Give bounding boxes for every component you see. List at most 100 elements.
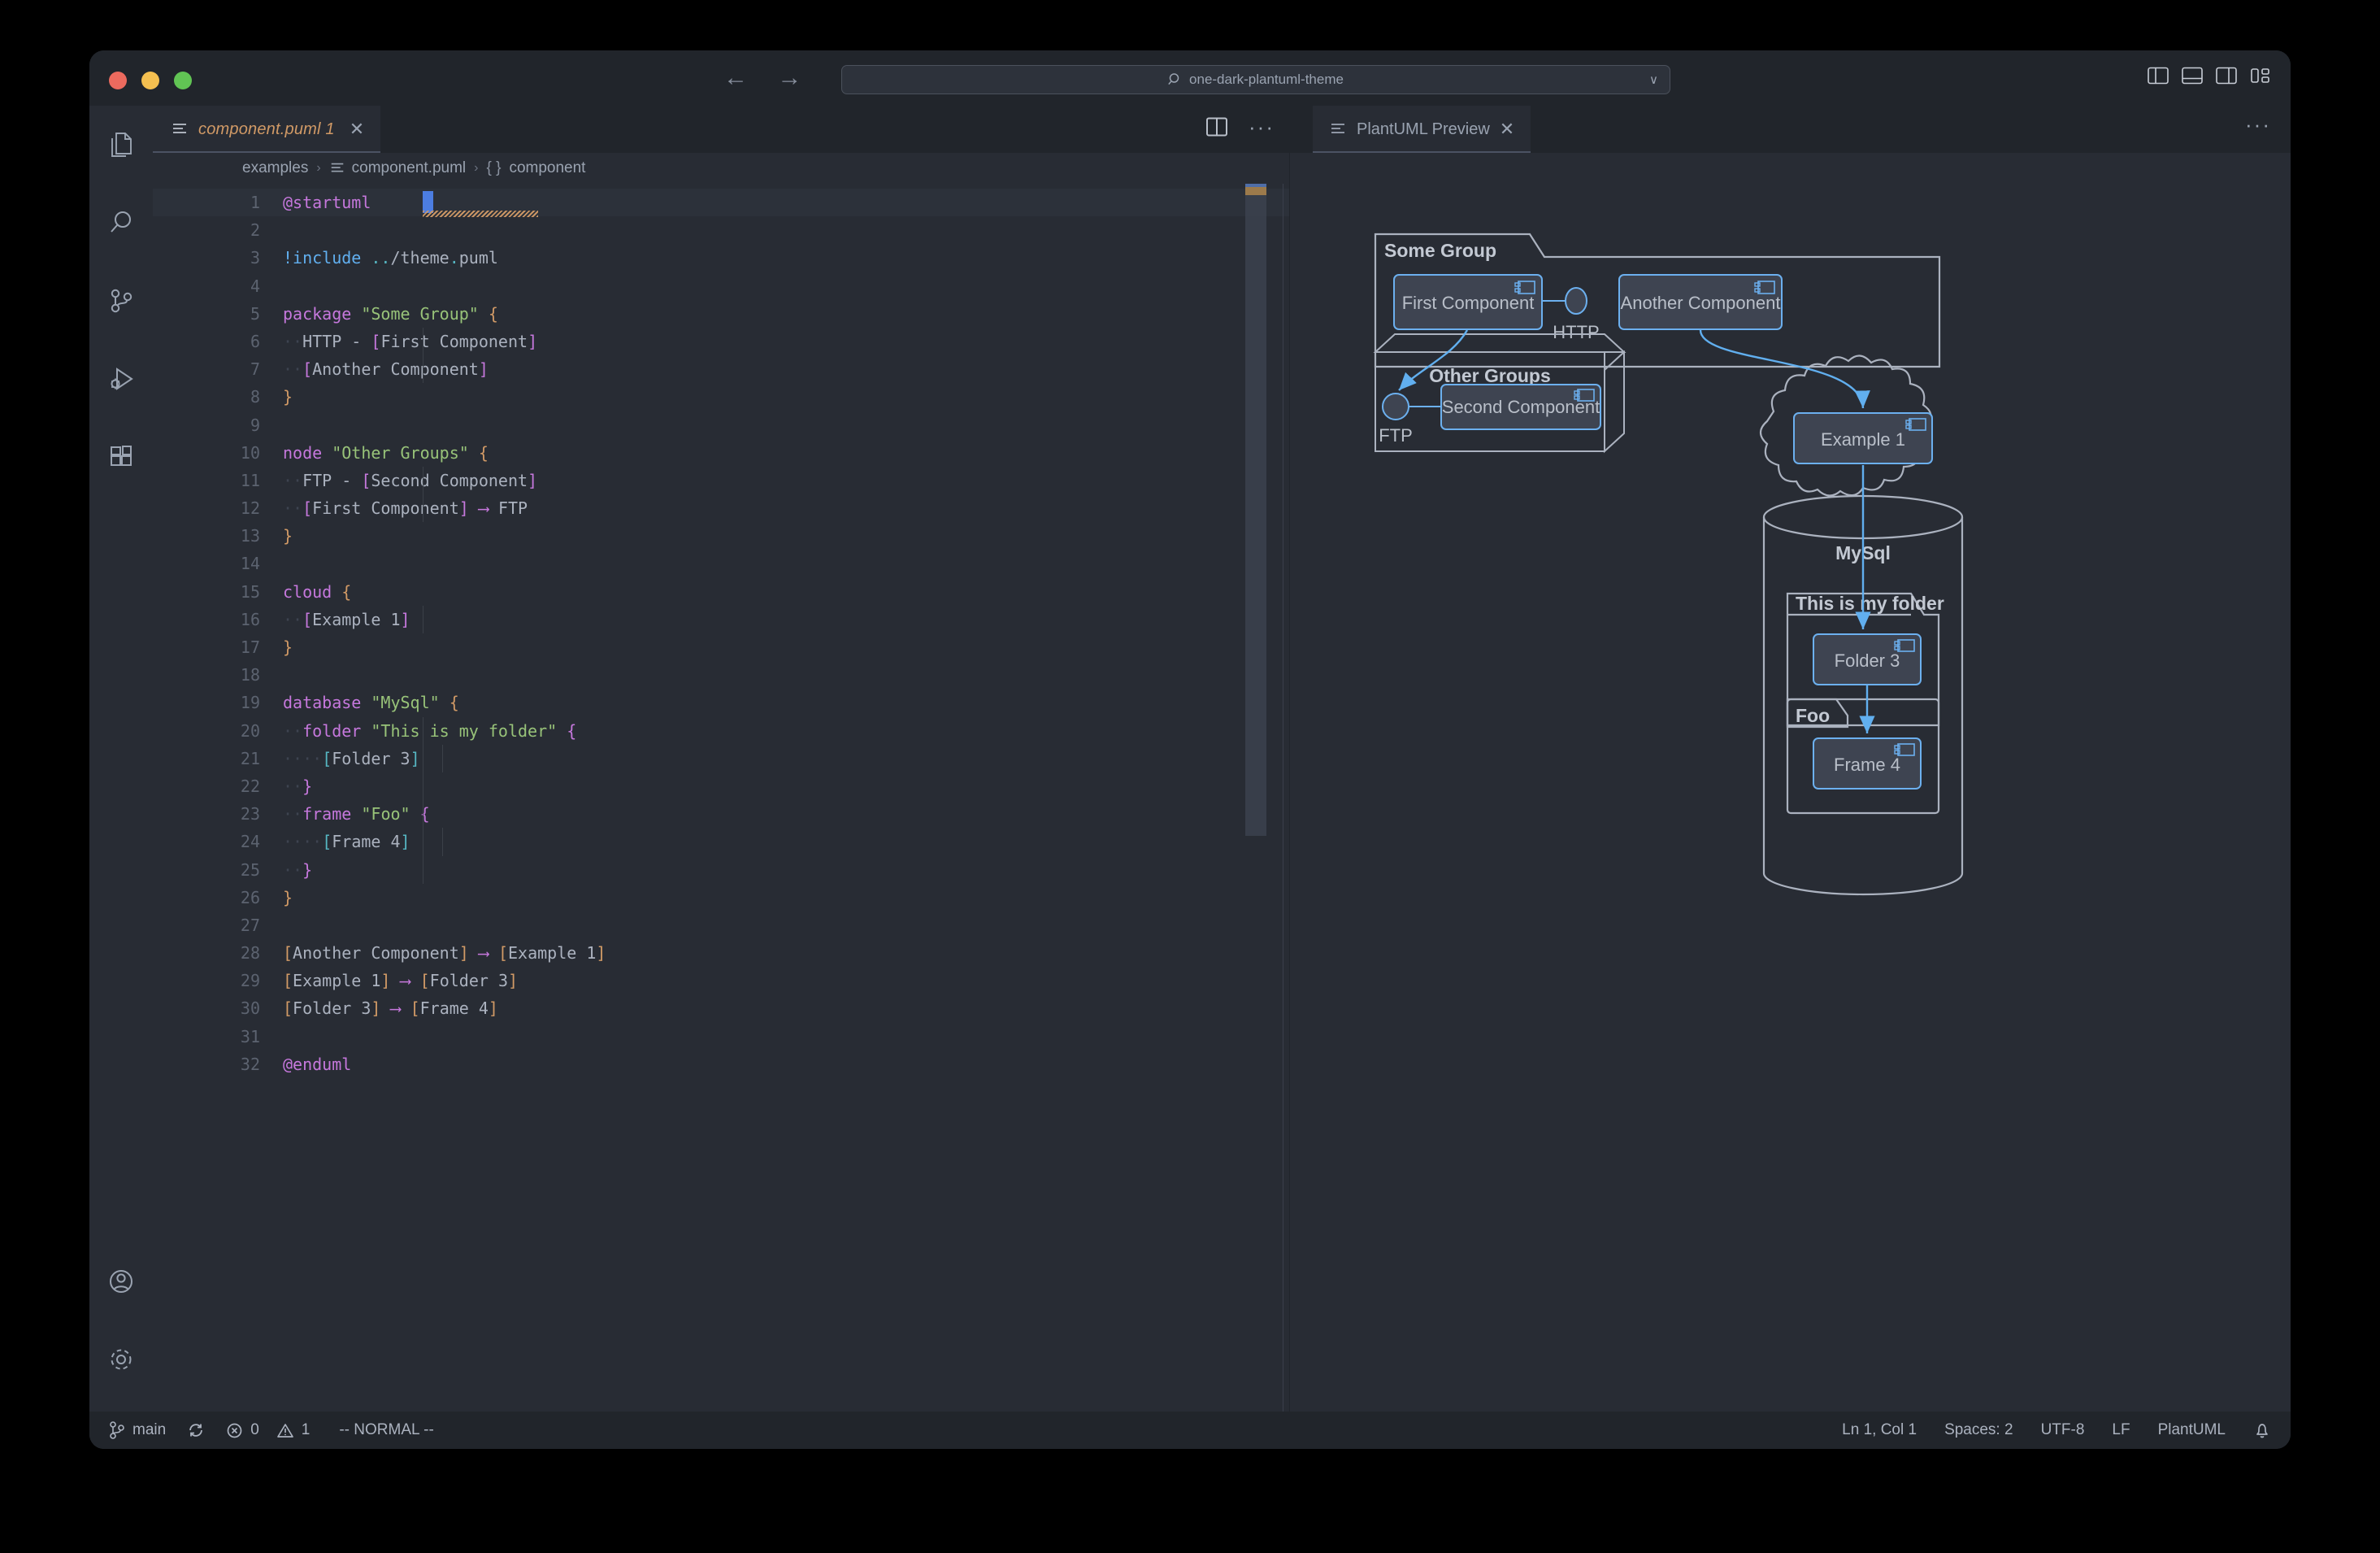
code-line[interactable]: 12 ··[First Component] ⟶ FTP: [153, 494, 1289, 523]
code-line[interactable]: 17}: [153, 633, 1289, 661]
code-line[interactable]: 6 ··HTTP - [First Component]: [153, 327, 1289, 356]
status-cursor-position[interactable]: Ln 1, Col 1: [1842, 1421, 1917, 1439]
status-bar: main 0 1 -- NORMAL -- Ln 1, Col 1 Spaces…: [89, 1412, 2291, 1449]
close-icon[interactable]: ✕: [1500, 119, 1514, 140]
sidebar-item-settings[interactable]: [89, 1320, 153, 1399]
sidebar-item-search[interactable]: [89, 184, 153, 262]
code-token: ··: [283, 720, 303, 741]
code-line[interactable]: 20 ··folder "This is my folder" {: [153, 716, 1289, 745]
code-line[interactable]: 3 !include ../theme.puml: [153, 244, 1289, 272]
code-line[interactable]: 15 cloud {: [153, 578, 1289, 606]
tab-plantuml-preview[interactable]: PlantUML Preview ✕: [1313, 106, 1531, 153]
toggle-primary-sidebar-icon[interactable]: [2148, 67, 2169, 85]
code-line[interactable]: 8}: [153, 383, 1289, 411]
editor-scrollbar[interactable]: [1245, 184, 1278, 1412]
code-line[interactable]: 22 ··}: [153, 772, 1289, 801]
code-line[interactable]: 11 ··FTP - [Second Component]: [153, 466, 1289, 495]
code-token: frame: [302, 804, 352, 824]
code-line[interactable]: 32 @enduml: [153, 1051, 1289, 1078]
code-line[interactable]: 30 [Folder 3] ⟶ [Frame 4]: [153, 994, 1289, 1022]
search-icon: [1168, 72, 1183, 87]
command-center-search[interactable]: one-dark-plantuml-theme ∨: [841, 65, 1670, 94]
code-token: !include: [283, 248, 362, 268]
code-line[interactable]: 24 ····[Frame 4]: [153, 828, 1289, 856]
sidebar-item-extensions[interactable]: [89, 418, 153, 496]
edge-another-component-to-example-1: [1699, 329, 1870, 409]
status-bar-right: Ln 1, Col 1 Spaces: 2 UTF-8 LF PlantUML: [1842, 1420, 2291, 1440]
text-cursor: [423, 191, 433, 213]
code-token: {: [567, 720, 577, 741]
status-branch[interactable]: main: [109, 1421, 166, 1439]
window-maximize-button[interactable]: [174, 72, 192, 89]
code-line[interactable]: 29 [Example 1] ⟶ [Folder 3]: [153, 967, 1289, 994]
code-line[interactable]: 10 node "Other Groups" {: [153, 439, 1289, 467]
scrollbar-thumb[interactable]: [1245, 185, 1266, 836]
go-back-icon[interactable]: ←: [723, 66, 759, 90]
code-token: package: [283, 303, 352, 324]
code-line[interactable]: 4: [153, 272, 1289, 300]
sidebar-item-explorer[interactable]: [89, 106, 153, 184]
breadcrumb-item-symbol[interactable]: component: [509, 159, 585, 177]
status-vim-mode: -- NORMAL --: [339, 1421, 433, 1439]
code-line[interactable]: 5 package "Some Group" {: [153, 300, 1289, 328]
toggle-panel-icon[interactable]: [2182, 67, 2203, 85]
code-line[interactable]: 27: [153, 911, 1289, 939]
code-token: ]: [400, 609, 410, 629]
interface-label: FTP: [1379, 425, 1413, 446]
window-close-button[interactable]: [109, 72, 127, 89]
code-token: [: [283, 998, 293, 1019]
plantuml-diagram: Some Group First Component Another Compo…: [1290, 153, 2291, 1412]
code-line[interactable]: 16 ··[Example 1]: [153, 605, 1289, 633]
more-actions-icon[interactable]: ···: [1249, 116, 1275, 137]
code-line[interactable]: 9: [153, 411, 1289, 439]
code-line[interactable]: 19 database "MySql" {: [153, 689, 1289, 716]
line-content: }: [283, 383, 293, 411]
split-editor-icon[interactable]: [1206, 117, 1228, 137]
code-line[interactable]: 21 ····[Folder 3]: [153, 744, 1289, 772]
code-line[interactable]: 13}: [153, 522, 1289, 550]
bell-icon[interactable]: [2253, 1420, 2271, 1440]
more-actions-icon[interactable]: ···: [2245, 112, 2271, 137]
code-line[interactable]: 1 @startuml: [153, 189, 1289, 217]
code-line[interactable]: 25 ··}: [153, 855, 1289, 884]
status-language-mode[interactable]: PlantUML: [2158, 1421, 2226, 1439]
breadcrumb-item-file[interactable]: component.puml: [352, 159, 466, 177]
code-line[interactable]: 26}: [153, 884, 1289, 911]
code-line[interactable]: 14: [153, 550, 1289, 577]
window-minimize-button[interactable]: [141, 72, 159, 89]
close-icon[interactable]: ✕: [350, 119, 364, 140]
code-line[interactable]: 18: [153, 661, 1289, 689]
code-line[interactable]: 2: [153, 216, 1289, 244]
code-token: node: [283, 442, 323, 463]
status-problems[interactable]: 0 1: [226, 1421, 310, 1439]
sidebar-item-accounts[interactable]: [89, 1242, 153, 1320]
tab-component-puml[interactable]: component.puml 1 ✕: [153, 106, 381, 153]
component-label: Folder 3: [1835, 650, 1900, 671]
breadcrumb-item-folder[interactable]: examples: [242, 159, 308, 177]
status-eol[interactable]: LF: [2112, 1421, 2130, 1439]
status-sync[interactable]: [187, 1421, 205, 1439]
preview-actions: ···: [2245, 114, 2271, 136]
sidebar-item-source-control[interactable]: [89, 262, 153, 340]
status-indentation[interactable]: Spaces: 2: [1944, 1421, 2013, 1439]
code-token: /theme: [390, 248, 450, 268]
sidebar-item-run-debug[interactable]: [89, 340, 153, 418]
line-content: @startuml: [283, 189, 371, 216]
go-forward-icon[interactable]: →: [777, 66, 813, 90]
status-encoding[interactable]: UTF-8: [2041, 1421, 2085, 1439]
code-token: -: [341, 331, 371, 351]
toggle-secondary-sidebar-icon[interactable]: [2216, 67, 2237, 85]
package-label: Some Group: [1384, 240, 1496, 261]
code-editor[interactable]: 1 @startuml 2 3 !include ../theme.puml 4 5 pack…: [153, 184, 1289, 1412]
code-token: ]: [507, 971, 519, 991]
code-line[interactable]: 28 [Another Component] ⟶ [Example 1]: [153, 939, 1289, 967]
customize-layout-icon[interactable]: [2250, 67, 2271, 85]
code-line[interactable]: 23 ··frame "Foo" {: [153, 800, 1289, 829]
code-token: {: [419, 804, 430, 824]
code-line[interactable]: 31: [153, 1023, 1289, 1051]
chevron-down-icon[interactable]: ∨: [1649, 72, 1658, 87]
code-line[interactable]: 7 ··[Another Component]: [153, 355, 1289, 384]
